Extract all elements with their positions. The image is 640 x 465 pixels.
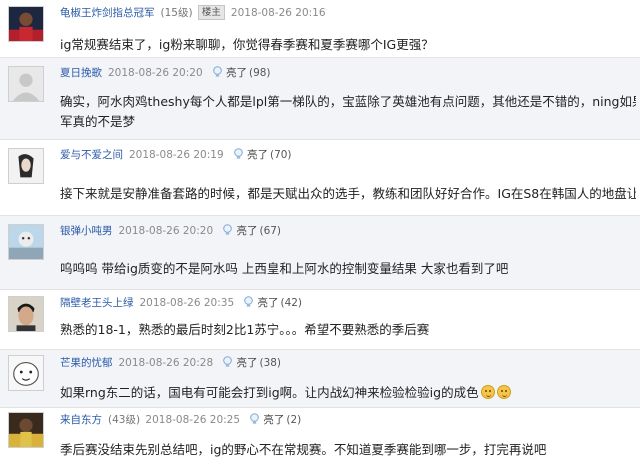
avatar[interactable]	[8, 412, 44, 448]
like-count: (2)	[286, 414, 302, 426]
post-item: 芒果的忧郁 2018-08-26 20:28 亮了 (38) 如果rng东二的话，国…	[0, 349, 640, 408]
lightbulb-icon[interactable]	[233, 148, 244, 160]
lightbulb-icon[interactable]	[243, 296, 254, 308]
post-item: 夏日挽歌 2018-08-26 20:20 亮了 (98) 确实，阿水肉鸡thesh…	[0, 57, 640, 140]
post-text: ig常规赛结束了，ig粉来聊聊，你觉得春季赛和夏季赛哪个IG更强？	[60, 37, 434, 52]
like-button[interactable]: 亮了	[257, 297, 278, 309]
post-text: 接下来就是安静准备套路的时候，都是天赋出众的选手，教练和团队好好合作。IG在S8…	[60, 186, 636, 201]
post-text: 熟悉的18-1，熟悉的最后时刻2比1苏宁。。。希望不要熟悉的季后赛	[60, 322, 430, 337]
timestamp: 2018-08-26 20:25	[145, 414, 241, 426]
timestamp: 2018-08-26 20:28	[118, 357, 214, 369]
like-button[interactable]: 亮了	[236, 357, 257, 369]
username-link[interactable]: 隔壁老王头上绿	[60, 297, 134, 309]
lightbulb-icon[interactable]	[222, 224, 233, 236]
username-link[interactable]: 爱与不爱之间	[60, 149, 123, 161]
like-count: (42)	[280, 297, 303, 309]
username-link[interactable]: 龟椒王炸剑指总冠军	[60, 7, 155, 19]
post-text: 确实，阿水肉鸡theshy每个人都是lpl第一梯队的，宝蓝除了英雄池有点问题，其…	[60, 94, 636, 109]
post-item: 爱与不爱之间 2018-08-26 20:19 亮了 (70) 接下来就是安静准备套…	[0, 139, 640, 216]
avatar[interactable]	[8, 296, 44, 332]
username-link[interactable]: 夏日挽歌	[60, 67, 102, 79]
like-button[interactable]: 亮了	[247, 149, 268, 161]
post-meta: 来自东方 (43级) 2018-08-26 20:25 亮了 (2)	[60, 412, 301, 427]
post-item: 银弹小吨男 2018-08-26 20:20 亮了 (67) 呜呜呜 带给ig质变的…	[0, 215, 640, 290]
smiley-face-icon	[496, 385, 511, 399]
post-meta: 隔壁老王头上绿 2018-08-26 20:35 亮了 (42)	[60, 295, 302, 310]
post-text: 季后赛没结束先别总结吧，ig的野心不在常规赛。不知道夏季赛能到哪一步，打完再说吧	[60, 442, 547, 457]
lightbulb-icon[interactable]	[222, 356, 233, 368]
user-level: (43级)	[108, 414, 141, 426]
timestamp: 2018-08-26 20:35	[139, 297, 235, 309]
lightbulb-icon[interactable]	[212, 66, 223, 78]
lightbulb-icon[interactable]	[249, 413, 260, 425]
post-meta: 芒果的忧郁 2018-08-26 20:28 亮了 (38)	[60, 355, 281, 370]
post-item: 龟椒王炸剑指总冠军 (15级) 楼主 2018-08-26 20:16 ig常规赛结…	[0, 0, 640, 57]
timestamp: 2018-08-26 20:19	[129, 149, 224, 161]
post-text-continued: 军真的不是梦	[60, 114, 136, 129]
like-button[interactable]: 亮了	[226, 67, 247, 79]
avatar[interactable]	[8, 6, 44, 42]
timestamp: 2018-08-26 20:20	[118, 225, 214, 237]
smiley-face-icon	[480, 385, 495, 399]
username-link[interactable]: 芒果的忧郁	[60, 357, 113, 369]
user-level: (15级)	[160, 7, 193, 19]
avatar[interactable]	[8, 148, 44, 184]
username-link[interactable]: 来自东方	[60, 414, 102, 426]
post-text-body: 如果rng东二的话，国电有可能会打到ig啊。让内战幻神来检验检验ig的成色	[60, 385, 479, 400]
post-meta: 爱与不爱之间 2018-08-26 20:19 亮了 (70)	[60, 147, 292, 162]
post-item: 来自东方 (43级) 2018-08-26 20:25 亮了 (2) 季后赛没结束先…	[0, 407, 640, 465]
like-count: (67)	[259, 225, 282, 237]
avatar[interactable]	[8, 355, 44, 391]
like-count: (98)	[248, 67, 271, 79]
like-button[interactable]: 亮了	[236, 225, 257, 237]
username-link[interactable]: 银弹小吨男	[60, 225, 113, 237]
post-meta: 银弹小吨男 2018-08-26 20:20 亮了 (67)	[60, 223, 281, 238]
post-meta: 夏日挽歌 2018-08-26 20:20 亮了 (98)	[60, 65, 271, 80]
thread-starter-badge: 楼主	[197, 5, 225, 20]
post-text: 如果rng东二的话，国电有可能会打到ig啊。让内战幻神来检验检验ig的成色	[60, 383, 636, 403]
post-text: 呜呜呜 带给ig质变的不是阿水吗 上西皇和上阿水的控制变量结果 大家也看到了吧	[60, 261, 509, 276]
like-count: (38)	[259, 357, 282, 369]
timestamp: 2018-08-26 20:16	[230, 7, 326, 19]
avatar[interactable]	[8, 224, 44, 260]
post-meta: 龟椒王炸剑指总冠军 (15级) 楼主 2018-08-26 20:16	[60, 5, 332, 20]
post-item: 隔壁老王头上绿 2018-08-26 20:35 亮了 (42) 熟悉的18-1，熟…	[0, 289, 640, 350]
like-count: (70)	[269, 149, 292, 161]
like-button[interactable]: 亮了	[263, 414, 284, 426]
timestamp: 2018-08-26 20:20	[108, 67, 203, 79]
avatar[interactable]	[8, 66, 44, 102]
